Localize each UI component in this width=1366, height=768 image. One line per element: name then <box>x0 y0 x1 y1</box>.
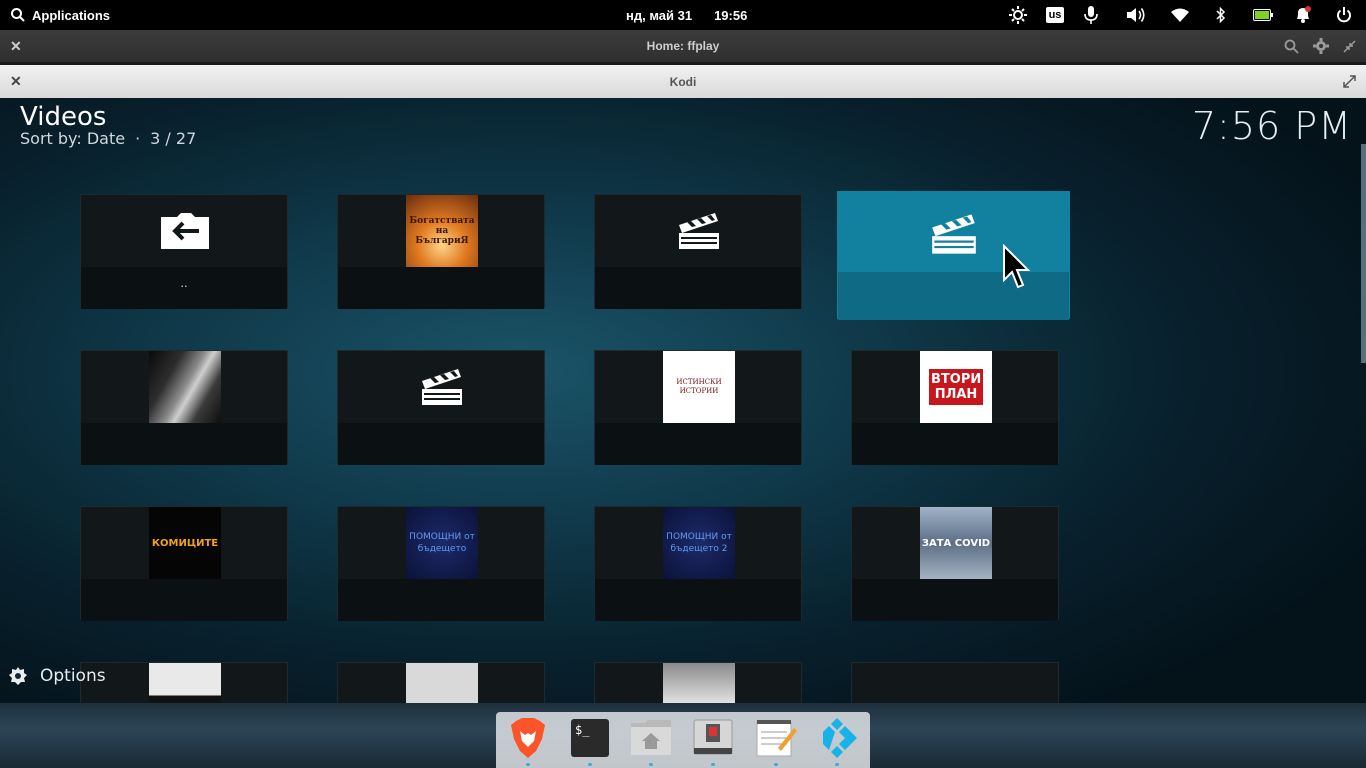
microphone-icon[interactable] <box>1076 0 1106 30</box>
terminal-icon: $_ <box>571 719 609 757</box>
kodi-window-titlebar[interactable]: ✕ Kodi <box>0 65 1366 98</box>
notification-bell-icon[interactable] <box>1288 0 1318 30</box>
tile-video-item[interactable] <box>80 662 288 703</box>
close-kodi-window-button[interactable]: ✕ <box>10 65 22 98</box>
tile-video-item[interactable] <box>594 662 802 703</box>
folder-back-icon <box>149 195 221 267</box>
battery-icon[interactable] <box>1248 0 1278 30</box>
gear-icon[interactable] <box>1313 38 1329 54</box>
running-indicator <box>835 763 839 766</box>
outer-window-title: Home: ffplay <box>646 39 720 53</box>
wifi-icon[interactable] <box>1165 0 1195 30</box>
search-icon[interactable] <box>1284 39 1299 54</box>
tile-video-item[interactable]: ПОМОЩНИ от бъдещето 2 <box>594 506 802 621</box>
video-thumbnail: Богатствата на БългариЯ <box>406 195 478 267</box>
options-label: Options <box>40 666 106 686</box>
notepad-pencil-icon <box>756 720 797 757</box>
top-panel: Applications нд, май 31 19:56 us <box>0 0 1366 30</box>
thumbnail-title: ПОМОЩНИ от бъдещето <box>409 532 475 554</box>
tile-video-item[interactable] <box>851 662 1059 703</box>
video-thumbnail: КОМИЦИТЕ <box>149 507 221 579</box>
folder-home-icon <box>631 720 671 755</box>
running-indicator <box>649 763 653 766</box>
video-thumbnail: ВТОРИ ПЛАН <box>920 351 992 423</box>
running-indicator <box>774 763 778 766</box>
video-thumbnail <box>406 663 478 703</box>
clapperboard-icon <box>918 198 990 270</box>
item-position: 3 / 27 <box>150 129 197 148</box>
tile-video-item[interactable] <box>594 194 802 309</box>
power-icon[interactable] <box>1329 0 1359 30</box>
dock-brave-browser[interactable] <box>506 716 550 760</box>
kodi-video-library: Videos Sort by: Date · 3 / 27 7:56 PM .. Б… <box>0 98 1366 703</box>
restore-icon[interactable] <box>1343 39 1356 53</box>
tile-video-item[interactable] <box>337 350 545 465</box>
kodi-clock: 7:56 PM <box>1191 104 1352 148</box>
thumbnail-title: ПОМОЩНИ от бъдещето 2 <box>666 532 732 554</box>
clapperboard-icon <box>406 351 478 423</box>
settings-switch-icon <box>693 719 733 755</box>
running-indicator <box>588 763 592 766</box>
keyboard-layout-label: us <box>1045 7 1065 23</box>
maximize-icon[interactable] <box>1343 75 1356 88</box>
video-thumbnail <box>663 663 735 703</box>
running-indicator <box>711 763 715 766</box>
dock-text-editor[interactable] <box>754 716 798 760</box>
close-outer-window-button[interactable]: ✕ <box>10 30 22 62</box>
bluetooth-icon[interactable] <box>1206 0 1236 30</box>
tile-video-item[interactable]: КОМИЦИТЕ <box>80 506 288 621</box>
search-icon <box>11 8 25 22</box>
dock-files[interactable] <box>629 716 673 760</box>
brightness-icon[interactable] <box>1003 0 1033 30</box>
tile-video-item[interactable]: Богатствата на БългариЯ <box>337 194 545 309</box>
options-button[interactable]: Options <box>8 666 106 686</box>
tile-video-item[interactable]: ЗАТА COVID <box>851 506 1059 621</box>
date-time[interactable]: нд, май 31 19:56 <box>626 0 747 30</box>
tile-video-item[interactable]: ИСТИНСКИ ИСТОРИИ <box>594 350 802 465</box>
sort-label[interactable]: Sort by: Date <box>20 129 125 148</box>
dock-terminal[interactable]: $_ <box>568 716 612 760</box>
video-thumbnail: ПОМОЩНИ от бъдещето <box>406 507 478 579</box>
tile-label: .. <box>180 275 188 290</box>
video-thumbnail <box>149 663 221 703</box>
applications-label: Applications <box>32 7 111 23</box>
tile-video-item[interactable]: ВТОРИ ПЛАН <box>851 350 1059 465</box>
clapperboard-icon <box>920 663 992 703</box>
applications-menu[interactable]: Applications <box>10 0 110 30</box>
tile-video-item-focused[interactable] <box>837 191 1070 320</box>
time-label: 19:56 <box>714 7 748 23</box>
video-thumbnail: ЗАТА COVID <box>920 507 992 579</box>
running-indicator <box>526 763 530 766</box>
dock <box>496 712 870 768</box>
video-thumbnail <box>149 351 221 423</box>
tile-video-item[interactable] <box>337 662 545 703</box>
dock-system-settings[interactable] <box>691 716 735 760</box>
dock-kodi[interactable] <box>815 716 859 760</box>
options-gear-icon <box>9 667 27 685</box>
sort-info: Sort by: Date · 3 / 27 <box>20 129 197 148</box>
brave-lion-icon <box>511 718 545 758</box>
outer-window-titlebar[interactable]: ✕ Home: ffplay <box>0 30 1366 63</box>
kodi-logo-icon <box>823 718 857 758</box>
kodi-window-title: Kodi <box>669 74 697 89</box>
thumbnail-title: ЗАТА COVID <box>921 537 991 549</box>
thumbnail-title: ИСТИНСКИ ИСТОРИИ <box>676 378 722 395</box>
volume-icon[interactable] <box>1121 0 1151 30</box>
thumbnail-title: КОМИЦИТЕ <box>151 537 219 549</box>
keyboard-layout-indicator[interactable]: us <box>1040 0 1070 30</box>
tile-parent-folder[interactable]: .. <box>80 194 288 309</box>
clapperboard-icon <box>663 195 735 267</box>
thumbnail-title: Богатствата на БългариЯ <box>409 216 475 246</box>
video-thumbnail: ПОМОЩНИ от бъдещето 2 <box>663 507 735 579</box>
date-label: нд, май 31 <box>626 7 693 23</box>
scrollbar[interactable] <box>1361 144 1366 363</box>
mouse-pointer-icon <box>1003 244 1031 289</box>
tile-video-item[interactable]: ПОМОЩНИ от бъдещето <box>337 506 545 621</box>
tile-video-item[interactable] <box>80 350 288 465</box>
video-thumbnail: ИСТИНСКИ ИСТОРИИ <box>663 351 735 423</box>
thumbnail-title: ВТОРИ ПЛАН <box>929 369 983 405</box>
page-title: Videos <box>20 102 107 132</box>
